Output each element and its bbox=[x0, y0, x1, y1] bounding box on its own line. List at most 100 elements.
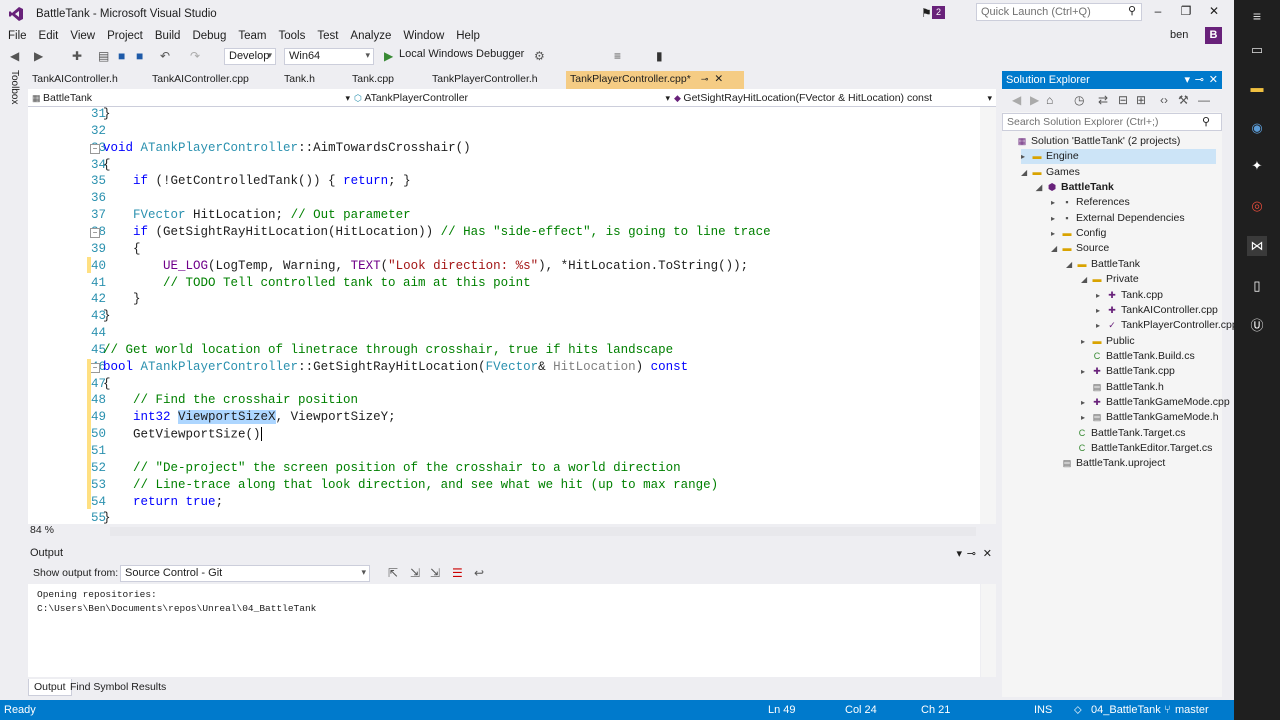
task-view-icon[interactable]: ▭ bbox=[1247, 40, 1267, 60]
tree-item[interactable]: C BattleTankEditor.Target.cs bbox=[1066, 441, 1213, 456]
expand-arrow-icon[interactable]: ▸ bbox=[1096, 303, 1106, 318]
member-dropdown[interactable]: ◆ GetSightRayHitLocation(FVector & HitLo… bbox=[674, 90, 992, 106]
format-icon[interactable]: ≡ bbox=[614, 49, 621, 63]
pin-icon[interactable]: ⊸ bbox=[967, 547, 976, 560]
menu-edit[interactable]: Edit bbox=[33, 28, 65, 44]
forward-icon[interactable]: ▶ bbox=[34, 49, 43, 63]
dropdown-icon[interactable]: ▾ bbox=[1184, 71, 1190, 89]
code-line[interactable]: { bbox=[103, 242, 141, 256]
user-name[interactable]: ben bbox=[1170, 29, 1188, 41]
expand-arrow-icon[interactable]: ▸ bbox=[1051, 195, 1061, 210]
tree-item[interactable]: ▸ ▬ Engine bbox=[1021, 149, 1216, 165]
undo-icon[interactable]: ↶ bbox=[160, 49, 170, 63]
close-tab-icon[interactable]: ✕ bbox=[714, 73, 723, 85]
project-dropdown[interactable]: ▦ BattleTank ▾ bbox=[32, 90, 350, 106]
code-line[interactable]: } bbox=[103, 309, 111, 323]
code-line[interactable]: // TODO Tell controlled tank to aim at t… bbox=[103, 276, 531, 290]
redo-icon[interactable]: ↷ bbox=[190, 49, 200, 63]
expand-arrow-icon[interactable]: ▸ bbox=[1081, 410, 1091, 425]
menu-team[interactable]: Team bbox=[232, 28, 272, 44]
menu-analyze[interactable]: Analyze bbox=[344, 28, 397, 44]
minimize-icon[interactable]: – bbox=[1148, 4, 1168, 18]
visual-studio-taskbar-icon[interactable]: ⋈ bbox=[1247, 236, 1267, 256]
tree-item[interactable]: ▦ Solution 'BattleTank' (2 projects) bbox=[1006, 134, 1181, 149]
tree-item[interactable]: ▸ ✓ TankPlayerController.cpp bbox=[1096, 318, 1238, 333]
editor-scrollbar[interactable] bbox=[980, 107, 996, 524]
tree-item[interactable]: ▸ ▤ BattleTankGameMode.h bbox=[1081, 410, 1219, 425]
code-line[interactable]: // Find the crosshair position bbox=[103, 393, 358, 407]
tree-item[interactable]: ▤ BattleTank.h bbox=[1081, 380, 1164, 395]
tree-item[interactable]: ◢ ▬ BattleTank bbox=[1066, 257, 1140, 272]
tree-item[interactable]: ◢ ▬ Private bbox=[1081, 272, 1139, 287]
code-line[interactable]: if (GetSightRayHitLocation(HitLocation))… bbox=[103, 225, 771, 239]
platform-select[interactable]: Win64 bbox=[284, 48, 374, 65]
pin-icon[interactable]: ⊸ bbox=[701, 74, 709, 84]
back-icon[interactable]: ◀ bbox=[10, 49, 19, 63]
new-project-icon[interactable]: ✚ bbox=[72, 49, 82, 63]
save-all-icon[interactable]: ■ bbox=[136, 49, 143, 63]
tree-item[interactable]: ▸ ▬ Config bbox=[1051, 226, 1106, 241]
tree-item[interactable]: ▸ ▪ External Dependencies bbox=[1051, 211, 1185, 226]
toolbox-tab[interactable]: Toolbox bbox=[6, 70, 22, 190]
expand-arrow-icon[interactable]: ▸ bbox=[1021, 149, 1031, 164]
preview-icon[interactable]: — bbox=[1198, 93, 1210, 107]
code-editor[interactable]: 31}3233void ATankPlayerController::AimTo… bbox=[28, 107, 996, 524]
start-debug-icon[interactable]: ▶ bbox=[384, 49, 393, 63]
code-line[interactable]: // "De-project" the screen position of t… bbox=[103, 461, 681, 475]
file-explorer-icon[interactable]: ▬ bbox=[1247, 78, 1267, 98]
pin-icon[interactable]: ⊸ bbox=[1195, 71, 1204, 89]
prev-message-icon[interactable]: ⇲ bbox=[430, 566, 440, 580]
menu-tools[interactable]: Tools bbox=[272, 28, 311, 44]
tab-tank-cpp[interactable]: Tank.cpp bbox=[348, 71, 398, 89]
code-line[interactable]: { bbox=[103, 158, 111, 172]
tab-tankplayercontroller-h[interactable]: TankPlayerController.h bbox=[428, 71, 542, 89]
tree-item[interactable]: ▸ ✚ BattleTankGameMode.cpp bbox=[1081, 395, 1230, 410]
word-wrap-icon[interactable]: ↩ bbox=[474, 566, 484, 580]
avatar[interactable]: B bbox=[1205, 27, 1222, 44]
unreal-icon[interactable]: Ⓤ bbox=[1247, 316, 1267, 336]
search-icon[interactable]: ⚲ bbox=[1202, 115, 1210, 128]
menu-view[interactable]: View bbox=[64, 28, 101, 44]
expand-arrow-icon[interactable]: ◢ bbox=[1021, 165, 1031, 180]
close-panel-icon[interactable]: ✕ bbox=[983, 547, 992, 560]
collapse-toggle[interactable]: − bbox=[90, 227, 100, 238]
code-line[interactable]: // Line-trace along that look direction,… bbox=[103, 478, 718, 492]
code-line[interactable]: // Get world location of linetrace throu… bbox=[103, 343, 673, 357]
expand-arrow-icon[interactable]: ◢ bbox=[1036, 180, 1046, 195]
menu-window[interactable]: Window bbox=[397, 28, 450, 44]
menu-project[interactable]: Project bbox=[101, 28, 149, 44]
sync-icon[interactable]: ⇄ bbox=[1098, 93, 1108, 107]
expand-arrow-icon[interactable]: ◢ bbox=[1081, 272, 1091, 287]
configuration-select[interactable]: Develop bbox=[224, 48, 276, 65]
tree-item[interactable]: ▸ ✚ Tank.cpp bbox=[1096, 288, 1163, 303]
notification-count-badge[interactable]: 2 bbox=[932, 6, 945, 19]
hamburger-icon[interactable]: ≡ bbox=[1247, 6, 1267, 26]
code-line[interactable]: if (!GetControlledTank()) { return; } bbox=[103, 174, 411, 188]
menu-help[interactable]: Help bbox=[450, 28, 486, 44]
attach-icon[interactable]: ⚙ bbox=[534, 49, 545, 63]
quick-launch-input[interactable]: Quick Launch (Ctrl+Q) bbox=[976, 3, 1142, 21]
expand-arrow-icon[interactable]: ◢ bbox=[1051, 241, 1061, 256]
document-icon[interactable]: ▯ bbox=[1247, 276, 1267, 296]
search-icon[interactable]: ⚲ bbox=[1128, 4, 1136, 17]
output-source-select[interactable]: Source Control - Git bbox=[120, 565, 370, 582]
menu-file[interactable]: File bbox=[0, 28, 33, 44]
tree-item[interactable]: ◢ ▬ Source bbox=[1051, 241, 1109, 256]
tab-tankaicontroller-cpp[interactable]: TankAIController.cpp bbox=[148, 71, 253, 89]
expand-arrow-icon[interactable]: ▸ bbox=[1081, 364, 1091, 379]
code-line[interactable]: } bbox=[103, 511, 111, 524]
menu-build[interactable]: Build bbox=[149, 28, 187, 44]
notification-flag-icon[interactable]: ⚑ bbox=[921, 6, 932, 20]
tree-item[interactable]: ▸ ▬ Public bbox=[1081, 334, 1135, 349]
save-icon[interactable]: ■ bbox=[118, 49, 125, 63]
code-line[interactable]: { bbox=[103, 377, 111, 391]
code-icon[interactable]: ‹› bbox=[1160, 93, 1168, 107]
tree-item[interactable]: ◢ ⬢ BattleTank bbox=[1036, 180, 1114, 195]
code-line[interactable]: UE_LOG(LogTemp, Warning, TEXT("Look dire… bbox=[103, 259, 748, 273]
app-icon[interactable]: ✦ bbox=[1247, 156, 1267, 176]
close-window-icon[interactable]: ✕ bbox=[1204, 4, 1224, 18]
properties-icon[interactable]: ⚒ bbox=[1178, 93, 1189, 107]
expand-arrow-icon[interactable]: ▸ bbox=[1096, 288, 1106, 303]
menu-debug[interactable]: Debug bbox=[186, 28, 232, 44]
tree-item[interactable]: ▸ ✚ BattleTank.cpp bbox=[1081, 364, 1175, 379]
